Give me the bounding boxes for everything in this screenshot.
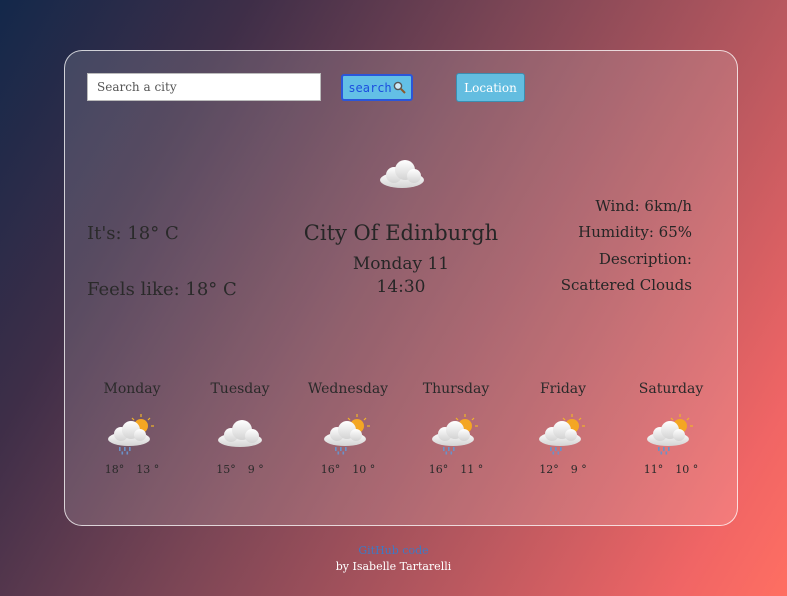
forecast-high: 18° [104, 463, 125, 476]
weather-card: search Location It's: 18° C Feels like: … [64, 50, 738, 526]
current-day: Monday 11 [352, 254, 450, 274]
forecast-day: Wednesday 16° 10 ° [294, 381, 402, 476]
rain-sun-icon [108, 414, 154, 455]
description-value: Scattered Clouds [560, 276, 692, 294]
forecast-high: 11° [643, 463, 664, 476]
humidity: Humidity: 65% [578, 223, 692, 241]
forecast-day: Saturday 11° 10 ° [617, 381, 725, 476]
forecast-day-name: Thursday [422, 381, 490, 397]
author-credit: by Isabelle Tartarelli [335, 560, 452, 573]
forecast-day-name: Friday [539, 381, 587, 397]
forecast-high: 16° [320, 463, 341, 476]
forecast-high: 15° [216, 463, 236, 476]
cloud-icon [218, 420, 262, 447]
forecast-day: Thursday 16° 11 ° [402, 381, 510, 476]
wind-speed: Wind: 6km/h [595, 197, 692, 215]
rain-sun-icon [432, 414, 478, 455]
forecast-day: Monday 18° 13 ° [78, 381, 186, 476]
search-button-label: search [348, 80, 392, 95]
rain-sun-icon [539, 414, 585, 455]
city-name: City Of Edinburgh [303, 221, 499, 245]
forecast-day-name: Saturday [638, 381, 704, 397]
current-temperature: It's: 18° C [87, 223, 179, 244]
forecast-low: 10 ° [352, 463, 376, 476]
feels-like-temperature: Feels like: 18° C [87, 279, 237, 300]
forecast-row: Monday 18° 13 ° Tuesday 15° 9 ° Wednesda… [65, 381, 739, 501]
current-time: 14:30 [376, 277, 426, 297]
forecast-high: 16° [428, 463, 449, 476]
forecast-day: Tuesday 15° 9 ° [186, 381, 294, 476]
forecast-low: 9 ° [570, 463, 587, 476]
location-button[interactable]: Location [456, 73, 525, 102]
forecast-low: 13 ° [136, 463, 160, 476]
rain-sun-icon [647, 414, 693, 455]
cloud-icon [378, 159, 426, 193]
description-label: Description: [598, 250, 692, 268]
magnifier-icon [393, 81, 406, 94]
forecast-day-name: Tuesday [210, 381, 270, 397]
forecast-day-name: Monday [103, 381, 161, 397]
forecast-low: 11 ° [460, 463, 484, 476]
forecast-high: 12° [539, 463, 559, 476]
search-input[interactable] [87, 73, 321, 101]
forecast-day: Friday 12° 9 ° [509, 381, 617, 476]
rain-sun-icon [324, 414, 370, 455]
forecast-day-name: Wednesday [307, 381, 389, 397]
forecast-low: 9 ° [247, 463, 264, 476]
search-button[interactable]: search [341, 74, 413, 101]
github-link[interactable]: GitHub code [0, 544, 787, 557]
forecast-low: 10 ° [675, 463, 699, 476]
